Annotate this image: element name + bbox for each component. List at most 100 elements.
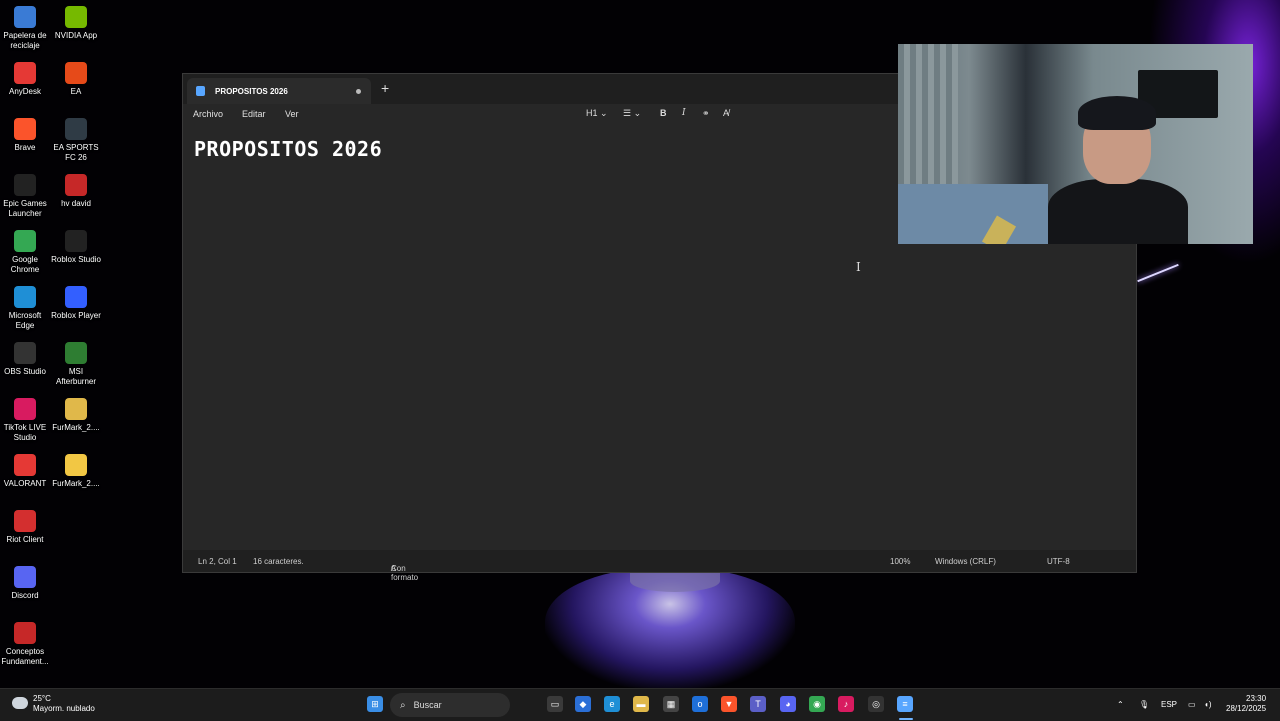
desktop-shortcut[interactable]: AnyDesk	[0, 62, 50, 97]
heading-dropdown[interactable]: H1 ⌄	[586, 108, 608, 119]
epic-games-icon	[14, 174, 36, 196]
nvidia-icon	[65, 6, 87, 28]
desktop-shortcut-label: Papelera de reciclaje	[3, 31, 47, 50]
desktop-shortcut-label: FurMark_2....	[52, 479, 100, 488]
desktop-shortcut[interactable]: Roblox Player	[51, 286, 101, 321]
desktop-shortcut[interactable]: MSI Afterburner	[51, 342, 101, 387]
desktop-shortcut-label: OBS Studio	[4, 367, 46, 376]
microphone-icon[interactable]: 🎙︎	[1139, 700, 1149, 709]
desktop-shortcut[interactable]: Epic Games Launcher	[0, 174, 50, 219]
pdf-icon	[14, 622, 36, 644]
desktop-shortcut-label: Google Chrome	[10, 255, 40, 274]
char-count: 16 caracteres.	[253, 557, 304, 566]
unsaved-dot-icon[interactable]	[356, 88, 361, 94]
desktop-shortcut[interactable]: OBS Studio	[0, 342, 50, 377]
desktop-shortcut-label: hv david	[61, 199, 91, 208]
tab-propositos-2026[interactable]: PROPOSITOS 2026	[187, 78, 371, 104]
riot-client-icon	[14, 510, 36, 532]
desktop-shortcut[interactable]: Riot Client	[0, 510, 50, 545]
line-ending[interactable]: Windows (CRLF)	[935, 557, 996, 566]
desktop-shortcut[interactable]: EA	[51, 62, 101, 97]
weather-temp: 25°C	[33, 694, 51, 703]
weather-widget[interactable]: 25°C Mayorm. nublado	[12, 694, 95, 714]
start-icon[interactable]: ⊞	[367, 696, 383, 712]
menu-archivo[interactable]: Archivo	[193, 109, 223, 119]
search-box[interactable]: ⌕ Buscar	[390, 693, 510, 717]
desktop-shortcut[interactable]: Microsoft Edge	[0, 286, 50, 331]
notepad-icon	[196, 86, 205, 96]
notepad-taskbar-icon[interactable]: ≡	[897, 696, 913, 712]
desktop-shortcut-label: NVIDIA App	[54, 31, 98, 40]
italic-icon[interactable]: I	[682, 108, 686, 118]
tab-title: PROPOSITOS 2026	[215, 86, 288, 96]
brave-icon	[14, 118, 36, 140]
bold-icon[interactable]: B	[660, 108, 667, 118]
desktop-shortcut[interactable]: FurMark_2....	[51, 454, 101, 489]
list-icon: ☰	[623, 108, 632, 118]
copilot-icon[interactable]: ◆	[575, 696, 591, 712]
chrome-icon[interactable]: ◉	[809, 696, 825, 712]
discord-icon[interactable]: ◕	[780, 696, 796, 712]
desktop-shortcut[interactable]: Google Chrome	[0, 230, 50, 275]
desktop-shortcut-label: VALORANT	[3, 479, 47, 488]
webcam-person-hair	[1078, 96, 1156, 130]
new-tab-button[interactable]: +	[381, 80, 389, 96]
link-icon[interactable]: ⚭	[702, 108, 710, 119]
desktop-shortcut[interactable]: Discord	[0, 566, 50, 601]
weather-desc: Mayorm. nublado	[33, 704, 95, 713]
tray-overflow-icon[interactable]: ⌃	[1117, 700, 1124, 709]
clock[interactable]: 23:30 28/12/2025	[1226, 694, 1266, 714]
desktop-shortcut[interactable]: Brave	[0, 118, 50, 153]
network-icon[interactable]: ▭	[1188, 700, 1196, 709]
obs-icon[interactable]: ◎	[868, 696, 884, 712]
volume-icon[interactable]: ◖)	[1204, 700, 1212, 709]
file-explorer-icon[interactable]: ▬	[633, 696, 649, 712]
clock-date: 28/12/2025	[1226, 704, 1267, 713]
desktop-shortcut[interactable]: hv david	[51, 174, 101, 209]
webcam-overlay	[898, 44, 1253, 244]
valorant-icon	[14, 454, 36, 476]
desktop-shortcut[interactable]: Papelera de reciclaje	[0, 6, 50, 51]
desktop-shortcut-label: Conceptos Fundament...	[1, 647, 49, 666]
taskbar: 25°C Mayorm. nublado ⊞ ⌕ Buscar ▭ ◆ e ▬ ▦…	[0, 688, 1280, 721]
desktop-shortcut-label: Riot Client	[6, 535, 44, 544]
brave-icon[interactable]: ▼	[721, 696, 737, 712]
desktop-shortcut[interactable]: EA SPORTS FC 26	[51, 118, 101, 163]
encoding[interactable]: UTF-8	[1047, 557, 1070, 566]
desktop-shortcut-label: Discord	[11, 591, 39, 600]
store-icon[interactable]: ▦	[663, 696, 679, 712]
desktop-shortcut-label: TikTok LIVE Studio	[3, 423, 47, 442]
edge-icon[interactable]: e	[604, 696, 620, 712]
tiktok-icon[interactable]: ♪	[838, 696, 854, 712]
desktop-shortcut-label: Epic Games Launcher	[3, 199, 47, 218]
desktop-shortcut-label: Microsoft Edge	[8, 311, 42, 330]
folder-icon	[65, 398, 87, 420]
desktop-shortcut[interactable]: Roblox Studio	[51, 230, 101, 265]
desktop-shortcut[interactable]: FurMark_2....	[51, 398, 101, 433]
text-cursor-icon: I	[856, 260, 861, 274]
desktop-shortcut[interactable]: TikTok LIVE Studio	[0, 398, 50, 443]
menu-ver[interactable]: Ver	[285, 109, 299, 119]
desktop-shortcut-label: MSI Afterburner	[55, 367, 97, 386]
roblox-studio-icon	[65, 230, 87, 252]
desktop-shortcut-label: EA SPORTS FC 26	[53, 143, 99, 162]
chrome-icon	[14, 230, 36, 252]
desktop-shortcut[interactable]: Conceptos Fundament...	[0, 622, 50, 667]
task-view-icon[interactable]: ▭	[547, 696, 563, 712]
discord-icon	[14, 566, 36, 588]
desktop-shortcut[interactable]: VALORANT	[0, 454, 50, 489]
desktop-shortcut-label: AnyDesk	[8, 87, 41, 96]
zoom-level[interactable]: 100%	[890, 557, 910, 566]
search-placeholder: Buscar	[413, 700, 442, 710]
teams-icon[interactable]: T	[750, 696, 766, 712]
desktop-shortcut-label: Brave	[14, 143, 36, 152]
clear-format-icon[interactable]: A̸	[723, 108, 729, 118]
outlook-icon[interactable]: o	[692, 696, 708, 712]
list-dropdown[interactable]: ☰ ⌄	[623, 108, 641, 119]
desktop-shortcut[interactable]: NVIDIA App	[51, 6, 101, 41]
menu-editar[interactable]: Editar	[242, 109, 266, 119]
ea-icon	[65, 62, 87, 84]
language-indicator[interactable]: ESP	[1161, 700, 1177, 709]
wallpaper-creature-eye	[630, 570, 720, 592]
document-heading[interactable]: PROPOSITOS 2026	[194, 137, 382, 161]
